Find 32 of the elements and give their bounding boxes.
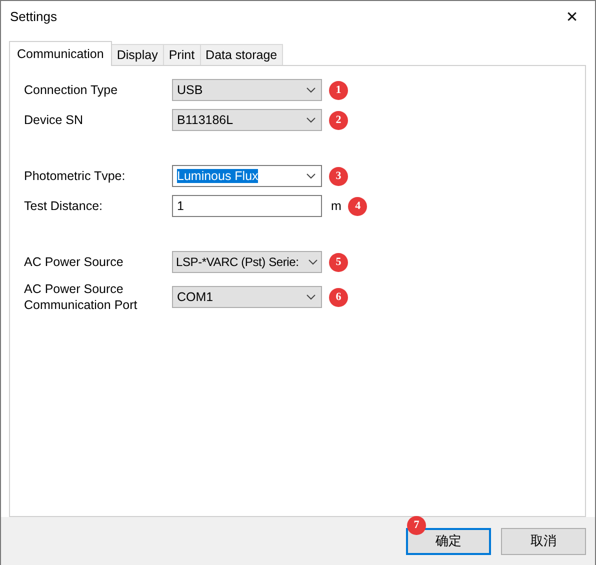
dropdown[interactable]: COM1 (172, 286, 322, 308)
number-badge: 3 (329, 166, 348, 186)
caret-icon (306, 173, 316, 179)
window-title: Settings (10, 9, 57, 24)
input-field[interactable]: 1 (172, 195, 322, 217)
field-label: AC Power Source Communication Port (24, 281, 138, 313)
dropdown[interactable]: USB (172, 79, 322, 101)
number-badge: 6 (329, 288, 348, 306)
unit-label: m (331, 199, 342, 213)
dropdown[interactable]: Luminous Flux (172, 165, 322, 187)
caret-icon (306, 294, 316, 300)
number-badge: 4 (348, 196, 368, 216)
number-badge: 5 (329, 252, 348, 272)
dropdown[interactable]: LSP-*VARC (Pst) Serie: (172, 251, 322, 273)
caret-icon (308, 259, 318, 265)
tab[interactable]: Print (162, 44, 201, 65)
field-label: Connection Type (24, 82, 119, 98)
dialog-button[interactable]: 确定 (406, 528, 491, 554)
number-badge: 1 (329, 80, 348, 100)
dialog-button[interactable]: 取消 (501, 528, 586, 554)
field-label: Device SN (24, 112, 84, 128)
tab[interactable]: Data storage (200, 44, 284, 65)
field-label: Test Distance: (24, 198, 104, 214)
caret-icon (306, 117, 316, 123)
close-button[interactable]: ✕ (549, 1, 595, 32)
field-label: Photometric Tvpe: (24, 168, 126, 184)
tab[interactable]: Communication (9, 41, 112, 66)
field-label: AC Power Source (24, 254, 124, 270)
tab[interactable]: Display (110, 44, 164, 65)
caret-icon (306, 87, 316, 93)
dropdown[interactable]: B113186L (172, 109, 322, 131)
number-badge: 2 (329, 110, 348, 130)
